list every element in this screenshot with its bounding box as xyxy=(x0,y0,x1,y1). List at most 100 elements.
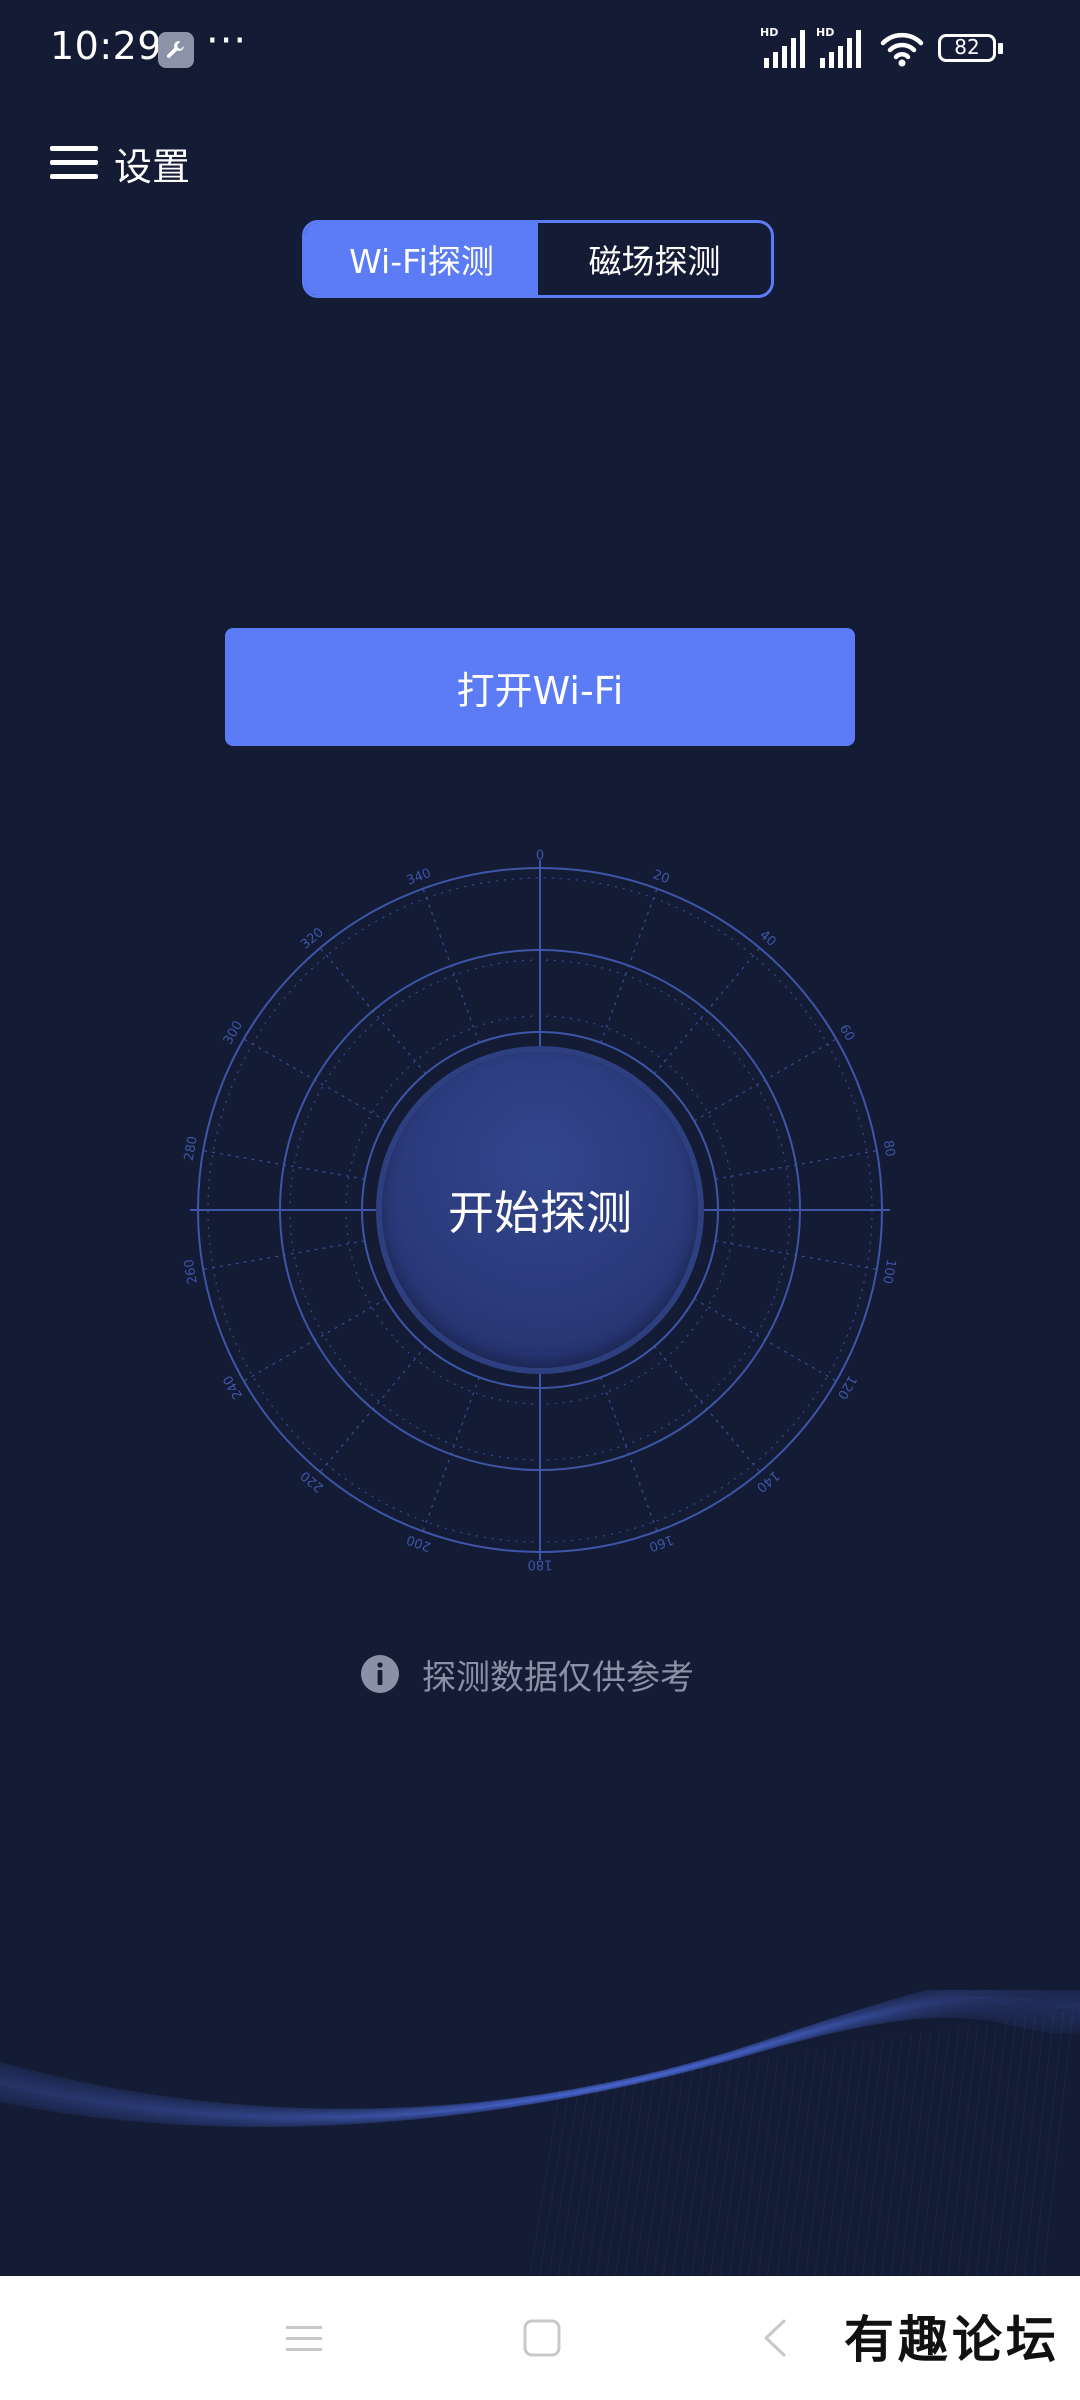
app-screen: 10:29 ··· HD HD 82 设置 Wi-Fi探测 磁场探测 打开Wi-… xyxy=(0,0,1080,2400)
compass-degree-label: 340 xyxy=(405,866,433,889)
wave-line xyxy=(681,2065,713,2276)
wave-line xyxy=(776,2050,808,2276)
battery-icon: 82 xyxy=(938,34,1004,64)
wave-line xyxy=(871,2036,903,2276)
wave-line xyxy=(947,2025,979,2276)
wave-line xyxy=(909,2030,941,2276)
compass-degree-label: 0 xyxy=(536,849,544,864)
wave-line xyxy=(558,2083,589,2276)
wave-line xyxy=(529,2087,561,2276)
wrench-icon xyxy=(158,32,194,68)
wave-line xyxy=(605,2076,637,2276)
wave-line xyxy=(586,2079,618,2276)
wave-line xyxy=(757,2053,789,2276)
wave-line xyxy=(1004,2016,1036,2276)
wave-line xyxy=(852,2039,884,2276)
compass-spoke-line xyxy=(243,1298,387,1382)
wave-line xyxy=(615,2075,646,2276)
wave-line xyxy=(881,2035,912,2276)
disclaimer-note: 探测数据仅供参考 xyxy=(360,1648,694,1700)
compass-degree-label: 20 xyxy=(651,867,672,887)
wave-line xyxy=(1014,2015,1045,2276)
menu-icon[interactable] xyxy=(50,142,98,182)
wave-line xyxy=(985,2019,1017,2276)
compass-spoke-line xyxy=(422,888,480,1043)
compass-spoke-line xyxy=(653,947,761,1075)
compass-dial: 0 20 40 60 80 100 120 140 160 180 200 220 240 260 280 3… xyxy=(170,840,910,1580)
compass-spoke-line xyxy=(319,947,427,1075)
wave-line xyxy=(729,2058,760,2276)
compass-spoke-line xyxy=(715,1150,877,1180)
compass-degree-label: 140 xyxy=(753,1467,782,1494)
wave-lines xyxy=(0,1990,1080,2276)
decorative-wave xyxy=(0,1990,1080,2276)
wave-line xyxy=(700,2062,732,2276)
navigation-bar: 有趣论坛 xyxy=(0,2276,1080,2400)
wave-line xyxy=(938,2026,969,2276)
compass-spoke-line xyxy=(203,1240,365,1270)
wave-line xyxy=(596,2077,627,2276)
compass-spoke-line xyxy=(422,1377,480,1532)
wave-line xyxy=(1033,2012,1064,2276)
tab-wifi-detect[interactable]: Wi-Fi探测 xyxy=(305,223,538,295)
settings-button[interactable]: 设置 xyxy=(114,136,190,191)
wave-line xyxy=(643,2070,675,2276)
compass-spoke-line xyxy=(203,1150,365,1180)
compass-degree-label: 260 xyxy=(182,1258,201,1285)
wave-line xyxy=(966,2022,998,2276)
wave-line xyxy=(843,2040,874,2276)
wave-line xyxy=(890,2033,922,2276)
open-wifi-button[interactable]: 打开Wi-Fi xyxy=(225,628,855,746)
wave-line xyxy=(634,2072,665,2276)
forum-watermark: 有趣论坛 xyxy=(844,2310,1060,2369)
wave-line xyxy=(976,2020,1007,2276)
compass-degree-label: 100 xyxy=(879,1258,898,1285)
recent-apps-icon[interactable] xyxy=(284,2318,324,2358)
wave-line xyxy=(548,2085,580,2276)
compass-degree-label: 280 xyxy=(182,1135,201,1162)
more-notifications-icon: ··· xyxy=(206,18,248,64)
start-detect-button[interactable]: 开始探测 xyxy=(382,1052,698,1368)
compass-degree-label: 180 xyxy=(528,1557,553,1572)
tab-magnetic-detect[interactable]: 磁场探测 xyxy=(538,223,771,295)
compass-spoke-line xyxy=(600,1377,658,1532)
wave-line xyxy=(691,2063,722,2276)
wave-line xyxy=(957,2023,988,2276)
wave-line xyxy=(567,2082,599,2276)
compass-spoke-line xyxy=(693,1298,837,1382)
compass-spoke-line xyxy=(600,888,658,1043)
wave-line xyxy=(539,2086,570,2276)
wave-line xyxy=(624,2073,656,2276)
status-time: 10:29 xyxy=(50,24,163,68)
wave-line xyxy=(662,2067,694,2276)
compass-spoke-line xyxy=(693,1038,837,1122)
wave-line xyxy=(767,2052,798,2276)
compass-degree-label: 80 xyxy=(880,1139,898,1158)
wave-line xyxy=(900,2032,931,2276)
compass-degree-label: 40 xyxy=(756,928,778,950)
home-icon[interactable] xyxy=(522,2318,562,2358)
back-icon[interactable] xyxy=(756,2318,796,2358)
wave-line xyxy=(862,2038,893,2276)
wave-line xyxy=(814,2045,846,2276)
wifi-icon xyxy=(880,30,924,68)
compass-degree-label: 160 xyxy=(647,1531,675,1554)
compass-degree-label: 200 xyxy=(405,1531,433,1554)
compass-degree-label: 220 xyxy=(298,1467,327,1494)
wave-line xyxy=(795,2048,827,2276)
wave-line xyxy=(719,2059,751,2276)
info-icon xyxy=(361,1655,399,1693)
wave-line xyxy=(672,2066,703,2276)
compass-spoke-line xyxy=(319,1345,427,1473)
compass-degree-label: 60 xyxy=(836,1022,857,1044)
compass-spoke-line xyxy=(243,1038,387,1122)
wave-line xyxy=(919,2029,950,2276)
status-indicators: HD HD 82 xyxy=(760,26,1020,72)
status-bar: 10:29 ··· HD HD 82 xyxy=(0,0,1080,100)
battery-level: 82 xyxy=(954,35,980,59)
signal-icon: HD xyxy=(816,26,866,70)
wave-line xyxy=(738,2056,770,2276)
wave-line xyxy=(824,2043,855,2276)
wave-line xyxy=(786,2049,817,2276)
wave-line xyxy=(995,2018,1026,2276)
